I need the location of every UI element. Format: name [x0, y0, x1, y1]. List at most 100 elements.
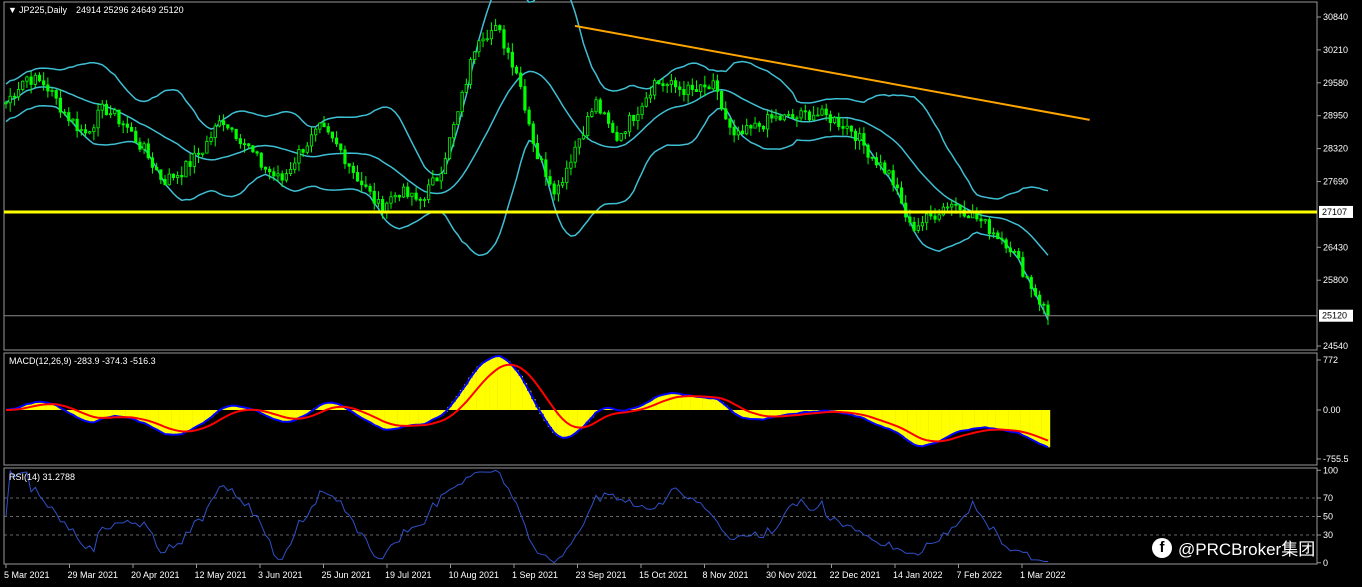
candle-body	[673, 80, 678, 88]
candle-body	[1042, 303, 1046, 306]
candle-body	[129, 126, 134, 132]
price-tag: 25120	[1322, 311, 1347, 321]
candle-body	[690, 84, 694, 90]
candle-body	[180, 175, 184, 178]
candle-body	[251, 145, 255, 153]
candle-body	[401, 186, 406, 198]
candle-body	[832, 117, 837, 124]
candle-body	[732, 126, 736, 136]
macd-histogram-bar	[162, 410, 168, 435]
candle-body	[749, 125, 753, 129]
candle-body	[782, 114, 786, 121]
candle-body	[117, 109, 121, 125]
macd-histogram-bar	[874, 410, 879, 425]
macd-histogram-bar	[1012, 410, 1017, 433]
macd-histogram-bar	[920, 410, 925, 447]
candle-body	[824, 108, 828, 116]
macd-histogram-bar	[560, 410, 565, 438]
macd-histogram-bar	[1008, 410, 1013, 432]
candle-body	[473, 51, 477, 60]
candle-body	[188, 161, 192, 167]
candle-body	[552, 183, 556, 195]
candle-body	[958, 204, 962, 211]
candle-body	[581, 135, 586, 140]
chart-title-arrow-icon[interactable]: ▼	[8, 5, 17, 15]
candle-body	[904, 202, 908, 218]
candle-body	[96, 109, 100, 129]
macd-histogram-bar	[878, 410, 883, 426]
candle-body	[113, 109, 117, 115]
candle-body	[615, 131, 619, 141]
candle-body	[879, 162, 883, 166]
y-tick-label: 28320	[1323, 144, 1348, 154]
macd-histogram-bar	[974, 410, 980, 429]
candle-body	[410, 192, 414, 197]
candle-body	[535, 143, 540, 160]
candle-body	[966, 215, 971, 219]
macd-histogram-bar	[497, 355, 502, 410]
candle-body	[242, 143, 247, 146]
macd-histogram-bar	[962, 410, 967, 431]
candle-body	[908, 216, 912, 223]
candle-body	[598, 99, 602, 114]
candle-body	[318, 122, 322, 130]
y-tick-label: 27690	[1323, 177, 1348, 187]
rsi-panel-frame	[3, 467, 1318, 565]
candle-body	[4, 102, 8, 105]
candle-body	[862, 133, 866, 146]
macd-histogram-bar	[949, 410, 954, 435]
candle-body	[1025, 276, 1029, 278]
candle-body	[711, 80, 715, 90]
macd-histogram-bar	[384, 410, 390, 430]
candle-body	[192, 152, 196, 167]
candle-body	[259, 152, 263, 168]
facebook-icon: f	[1152, 537, 1172, 558]
candle-body	[979, 218, 983, 222]
candle-body	[786, 114, 791, 116]
candle-body	[590, 111, 594, 117]
macd-histogram-bar	[388, 410, 394, 430]
candle-body	[987, 219, 992, 235]
macd-histogram-bar	[890, 410, 896, 431]
candle-body	[150, 157, 155, 168]
macd-histogram-bar	[284, 410, 289, 422]
macd-histogram-bar	[167, 410, 172, 435]
macd-histogram-bar	[903, 410, 908, 439]
y-tick-label: 26430	[1323, 242, 1348, 252]
candle-body	[230, 127, 234, 130]
candle-body	[506, 47, 510, 53]
candle-body	[121, 123, 125, 126]
macd-histogram-bar	[664, 393, 670, 410]
candle-body	[837, 117, 841, 127]
candle-body	[795, 117, 799, 120]
macd-histogram-bar	[413, 410, 419, 425]
candle-body	[351, 165, 355, 173]
macd-histogram-bar	[882, 410, 887, 428]
candle-body	[556, 184, 560, 195]
y-tick-label: 28950	[1323, 111, 1348, 121]
candle-body	[364, 184, 368, 187]
candle-body	[699, 84, 703, 92]
candle-body	[870, 156, 874, 159]
trading-chart[interactable]: 30840 30210 29580 28950 28320 27690 27107 26430…	[0, 0, 1362, 587]
candle-body	[983, 219, 987, 222]
candle-body	[636, 114, 640, 122]
candle-body	[368, 186, 372, 192]
x-tick-label: 25 Jun 2021	[322, 570, 372, 580]
candle-body	[548, 176, 552, 185]
macd-histogram-bar	[146, 410, 151, 426]
candle-body	[841, 126, 845, 129]
candle-body	[305, 145, 309, 153]
candle-body	[334, 137, 339, 145]
candle-body	[134, 130, 138, 143]
macd-histogram-bar	[405, 410, 410, 427]
candle-body	[155, 166, 159, 171]
macd-histogram-bar	[936, 410, 942, 442]
candle-body	[766, 114, 770, 130]
candle-body	[201, 152, 205, 155]
candle-body	[665, 84, 669, 87]
candle-body	[632, 114, 636, 122]
candle-body	[778, 115, 782, 121]
candle-body	[171, 173, 175, 179]
macd-histogram-bar	[953, 410, 959, 433]
